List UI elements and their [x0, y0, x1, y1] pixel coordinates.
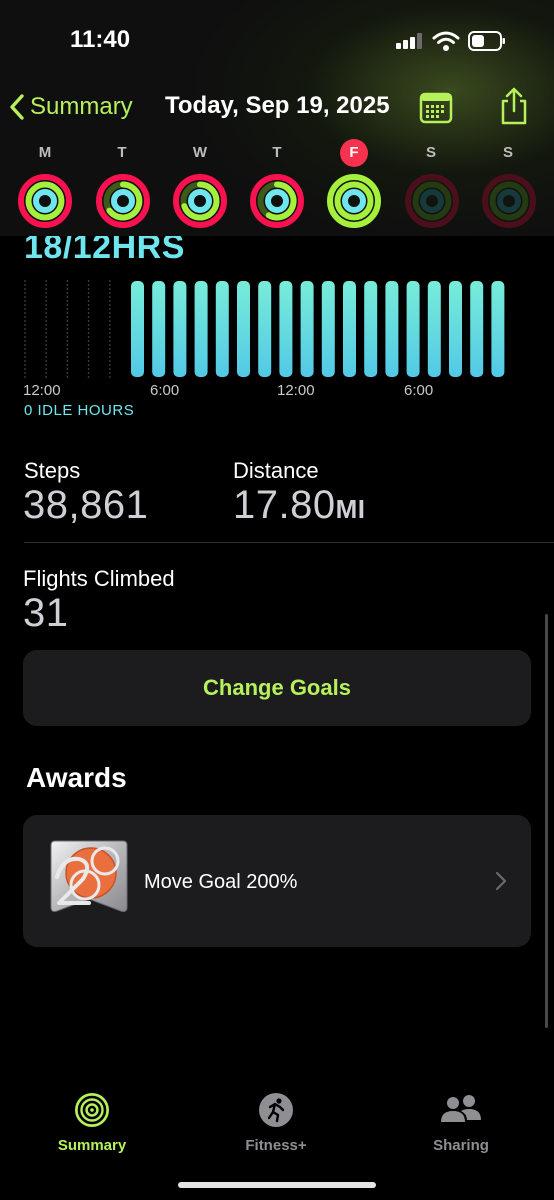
distance-value-group: 17.80MI [233, 483, 366, 528]
change-goals-button[interactable]: Change Goals [23, 650, 531, 726]
divider [24, 542, 554, 543]
distance-value: 17.80 [233, 483, 336, 527]
share-icon[interactable] [498, 86, 530, 126]
scrollbar[interactable] [545, 614, 548, 1028]
activity-rings-day[interactable] [171, 172, 229, 230]
people-icon [441, 1095, 481, 1122]
stand-hour-bar [173, 281, 187, 377]
stand-hour-bar [343, 281, 356, 377]
weekday-label: W [192, 144, 208, 161]
summary-rings-icon [75, 1093, 109, 1127]
distance-label: Distance [233, 458, 319, 483]
stand-hour-bar [258, 281, 272, 377]
page-title: Today, Sep 19, 2025 [165, 92, 390, 119]
idle-hours: 0 IDLE HOURS [24, 402, 135, 419]
stand-hour-bar [131, 281, 144, 377]
runner-icon [259, 1093, 293, 1127]
wifi-icon [432, 31, 460, 51]
stand-hour-bar [449, 281, 462, 377]
stand-hour-bar [152, 281, 166, 377]
stand-hour-bar [300, 281, 314, 377]
tab-fitness-plus[interactable]: Fitness+ [211, 1092, 341, 1154]
tab-label: Summary [57, 1137, 127, 1154]
stand-hour-bar [215, 281, 229, 377]
award-label: Move Goal 200% [144, 871, 298, 893]
chevron-left-icon [10, 94, 24, 120]
stand-hour-bar [470, 281, 484, 377]
tab-summary[interactable]: Summary [27, 1092, 157, 1154]
calendar-icon[interactable] [419, 90, 453, 124]
steps-value: 38,861 [23, 483, 149, 527]
awards-title: Awards [26, 762, 127, 793]
status-time: 11:40 [70, 26, 131, 53]
flights-value: 31 [23, 591, 69, 635]
stand-hour-bar [194, 281, 208, 377]
activity-rings-day[interactable] [94, 172, 152, 230]
flights-label: Flights Climbed [23, 566, 175, 591]
change-goals-label: Change Goals [203, 675, 351, 700]
chevron-right-icon [495, 871, 507, 897]
steps-label: Steps [24, 458, 81, 483]
activity-rings-day-empty[interactable] [403, 172, 461, 230]
chart-axis-label: 6:00 [404, 382, 434, 399]
chart-axis-label: 12:00 [23, 382, 61, 399]
distance-unit: MI [335, 494, 366, 524]
award-item[interactable]: Move Goal 200% [23, 815, 531, 947]
weekday-label-today: F [349, 144, 359, 161]
stand-hour-bar [491, 281, 505, 377]
move-goal-200-badge-icon [50, 840, 128, 912]
stand-hour-bar [321, 281, 335, 377]
tab-label: Sharing [433, 1137, 489, 1154]
stand-hour-bar [385, 281, 399, 377]
weekday-label: T [117, 144, 127, 161]
back-button[interactable]: Summary [8, 88, 133, 126]
tab-label: Fitness+ [245, 1137, 307, 1154]
activity-rings-day[interactable] [16, 172, 74, 230]
battery-icon [468, 31, 505, 51]
stand-hour-bar [364, 281, 378, 377]
tab-sharing[interactable]: Sharing [396, 1092, 526, 1154]
home-indicator [178, 1182, 376, 1188]
chart-axis-label: 12:00 [277, 382, 315, 399]
stand-hours-chart [24, 280, 505, 378]
activity-rings-day-empty[interactable] [480, 172, 538, 230]
chart-axis-label: 6:00 [150, 382, 180, 399]
stand-hour-bar [406, 281, 420, 377]
stand-hour-bar [427, 281, 441, 377]
stand-hour-bar [279, 281, 293, 377]
weekday-label: M [38, 144, 52, 161]
activity-rings-today[interactable] [325, 172, 383, 230]
weekday-label: T [272, 144, 282, 161]
weekday-label: S [425, 144, 436, 161]
weekday-label: S [502, 144, 513, 161]
back-label: Summary [30, 93, 133, 120]
activity-rings-day[interactable] [248, 172, 306, 230]
stand-hour-bar [237, 281, 250, 377]
cellular-signal-icon [396, 33, 422, 49]
